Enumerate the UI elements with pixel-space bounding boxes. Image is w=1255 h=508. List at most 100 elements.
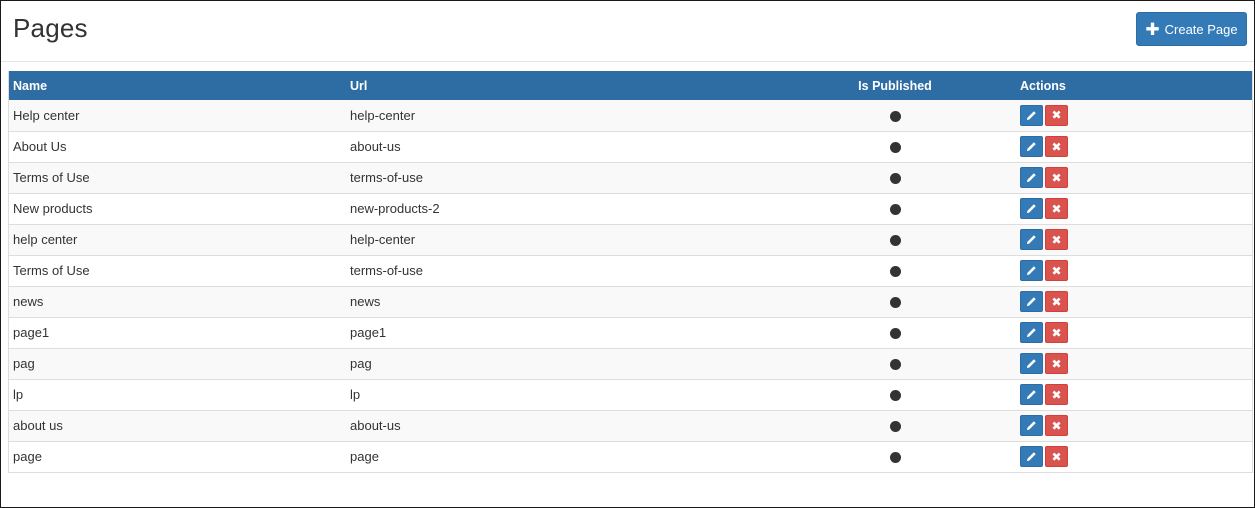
close-icon: ✖ [1051,108,1062,123]
cell-name: About Us [13,139,67,154]
cell-name: help center [13,232,78,247]
cell-actions: ✖ [1015,193,1253,224]
table-row[interactable]: page page ✖ [8,441,1253,472]
edit-button[interactable] [1020,136,1043,157]
cell-published [775,193,1015,224]
delete-button[interactable]: ✖ [1045,415,1068,436]
close-icon: ✖ [1051,325,1062,340]
cell-published [775,379,1015,410]
delete-button[interactable]: ✖ [1045,446,1068,467]
table-row[interactable]: lp lp ✖ [8,379,1253,410]
table-row[interactable]: about us about-us ✖ [8,410,1253,441]
published-dot-icon [889,204,901,216]
cell-url: about-us [350,139,401,154]
edit-button[interactable] [1020,322,1043,343]
cell-published [775,286,1015,317]
delete-button[interactable]: ✖ [1045,291,1068,312]
delete-button[interactable]: ✖ [1045,104,1068,126]
cell-actions: ✖ [1015,348,1253,379]
published-dot-icon [889,452,901,464]
cell-url: page [350,449,379,464]
edit-button[interactable] [1020,167,1043,188]
cell-url: page1 [350,325,387,340]
close-icon: ✖ [1051,387,1062,402]
page-header: Pages ✚ Create Page [1,1,1254,62]
cell-url: terms-of-use [350,263,423,278]
cell-actions: ✖ [1015,100,1253,131]
column-header-is-published[interactable]: Is Published [775,71,1015,100]
table-row[interactable]: page1 page1 ✖ [8,317,1253,348]
edit-button[interactable] [1020,291,1043,312]
cell-published [775,162,1015,193]
edit-button[interactable] [1020,415,1043,436]
table-body: Help center help-center ✖ About Us about-us ✖… [8,100,1253,472]
cell-url: lp [350,387,361,402]
plus-icon: ✚ [1145,19,1160,39]
delete-button[interactable]: ✖ [1045,229,1068,250]
table-header-row: Name Url Is Published Actions [8,71,1253,100]
table-row[interactable]: Help center help-center ✖ [8,100,1253,131]
cell-name: about us [13,418,63,433]
table-row[interactable]: pag pag ✖ [8,348,1253,379]
column-header-actions: Actions [1020,78,1066,93]
delete-button[interactable]: ✖ [1045,167,1068,188]
edit-button[interactable] [1020,104,1043,126]
cell-published [775,255,1015,286]
pencil-icon [1026,359,1036,369]
cell-name: lp [13,387,24,402]
edit-button[interactable] [1020,446,1043,467]
edit-button[interactable] [1020,198,1043,219]
cell-published [775,100,1015,131]
pencil-icon [1026,235,1036,245]
table-row[interactable]: news news ✖ [8,286,1253,317]
cell-actions: ✖ [1015,410,1253,441]
column-header-name[interactable]: Name [8,71,345,100]
cell-actions: ✖ [1015,317,1253,348]
cell-actions: ✖ [1015,441,1253,472]
cell-url: terms-of-use [350,170,423,185]
published-dot-icon [889,266,901,278]
edit-button[interactable] [1020,229,1043,250]
cell-url: news [350,294,381,309]
pencil-icon [1026,390,1036,400]
column-header-url[interactable]: Url [345,71,775,100]
cell-actions: ✖ [1015,162,1253,193]
cell-actions: ✖ [1015,131,1253,162]
pencil-icon [1026,421,1036,431]
cell-name: Help center [13,107,80,123]
delete-button[interactable]: ✖ [1045,322,1068,343]
delete-button[interactable]: ✖ [1045,353,1068,374]
published-dot-icon [889,173,901,185]
pages-table: Name Url Is Published Actions Help cente… [8,71,1253,473]
close-icon: ✖ [1051,263,1062,278]
pencil-icon [1026,142,1036,152]
table-row[interactable]: help center help-center ✖ [8,224,1253,255]
close-icon: ✖ [1051,294,1062,309]
cell-published [775,317,1015,348]
table-row[interactable]: Terms of Use terms-of-use ✖ [8,255,1253,286]
close-icon: ✖ [1051,139,1062,154]
table-row[interactable]: About Us about-us ✖ [8,131,1253,162]
published-dot-icon [889,359,901,371]
create-page-button[interactable]: ✚ Create Page [1136,12,1247,46]
close-icon: ✖ [1051,449,1062,464]
close-icon: ✖ [1051,418,1062,433]
delete-button[interactable]: ✖ [1045,384,1068,405]
close-icon: ✖ [1051,356,1062,371]
delete-button[interactable]: ✖ [1045,260,1068,281]
pencil-icon [1026,266,1036,276]
table-row[interactable]: Terms of Use terms-of-use ✖ [8,162,1253,193]
edit-button[interactable] [1020,260,1043,281]
published-dot-icon [889,421,901,433]
table-row[interactable]: New products new-products-2 ✖ [8,193,1253,224]
cell-actions: ✖ [1015,255,1253,286]
pencil-icon [1026,328,1036,338]
cell-url: help-center [350,107,416,123]
edit-button[interactable] [1020,384,1043,405]
cell-published [775,224,1015,255]
edit-button[interactable] [1020,353,1043,374]
delete-button[interactable]: ✖ [1045,136,1068,157]
close-icon: ✖ [1051,170,1062,185]
delete-button[interactable]: ✖ [1045,198,1068,219]
close-icon: ✖ [1051,201,1062,216]
